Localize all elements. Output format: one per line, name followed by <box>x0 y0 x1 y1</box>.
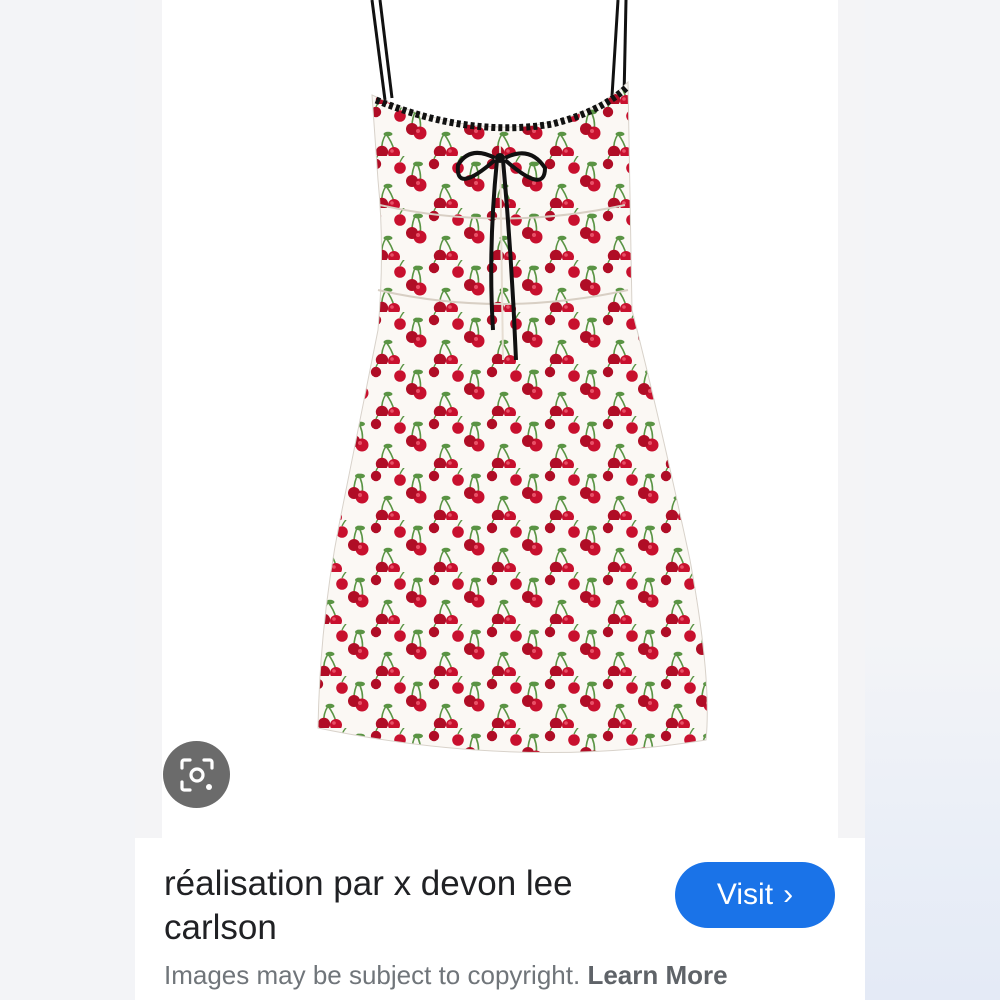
right-backdrop <box>865 0 1000 1000</box>
learn-more-link[interactable]: Learn More <box>587 960 727 990</box>
visit-label: Visit <box>716 878 774 911</box>
chevron-right-icon: › <box>783 878 794 911</box>
lens-button[interactable] <box>163 741 230 808</box>
result-image[interactable] <box>162 0 838 838</box>
result-title[interactable]: réalisation par x devon lee carlson <box>164 862 644 950</box>
image-search-lens-icon <box>179 757 214 792</box>
left-backdrop <box>0 0 135 1000</box>
visit-button[interactable]: Visit › <box>675 862 835 928</box>
copyright-text: Images may be subject to copyright. <box>164 960 581 990</box>
copyright-notice: Images may be subject to copyright. Lear… <box>164 960 854 991</box>
cherry-dress-image <box>317 0 708 753</box>
